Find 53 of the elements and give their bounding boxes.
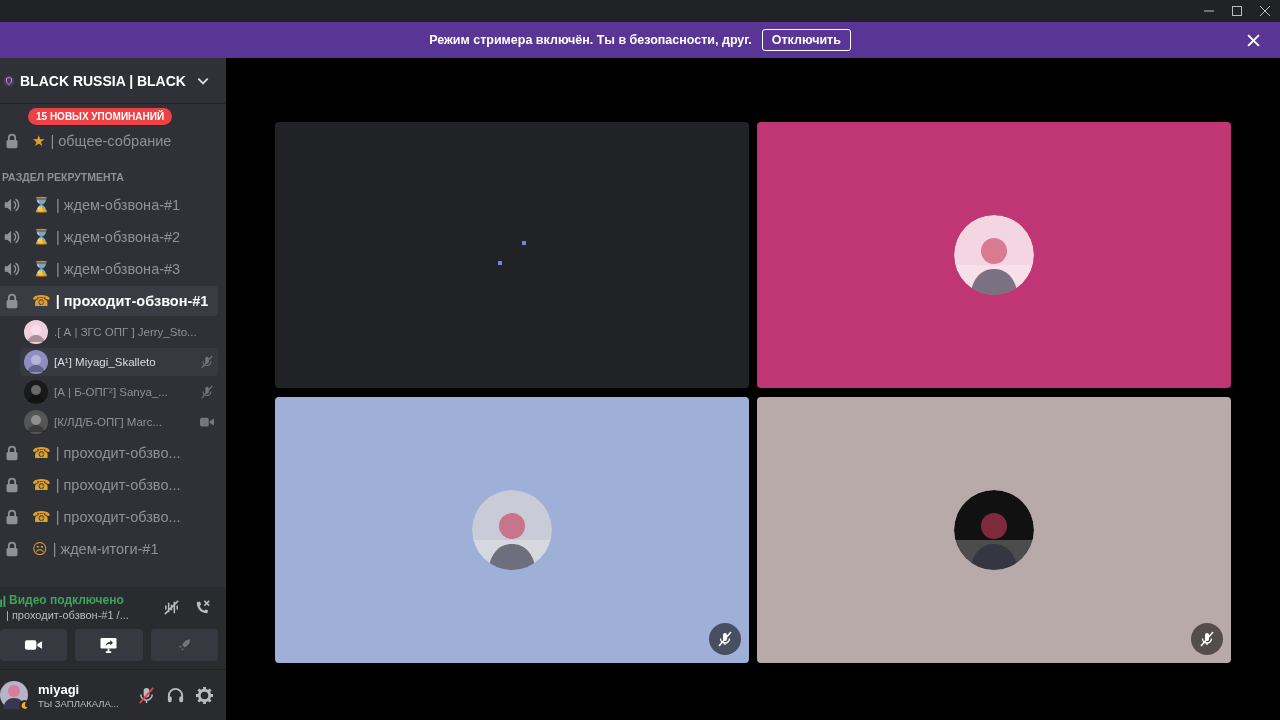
voice-member[interactable]: .[ А | ЗГС ОПГ ] Jerry_Sto... bbox=[20, 318, 218, 346]
channel-emoji: ☎ bbox=[32, 476, 51, 494]
speaker-icon bbox=[3, 196, 21, 214]
channel-emoji: ☹ bbox=[32, 540, 48, 558]
channel-item[interactable]: ☎ | проходит-обзвон-#1 bbox=[0, 286, 218, 316]
custom-status: ТЫ ЗАПЛАКАЛА... bbox=[38, 697, 120, 709]
screen-share-button[interactable] bbox=[75, 629, 143, 661]
server-name: BLACK RUSSIA | BLACK bbox=[20, 72, 187, 89]
channel-emoji: ☎ bbox=[32, 292, 51, 310]
mentions-badge[interactable]: 15 НОВЫХ УПОМИНАНИЙ bbox=[28, 108, 173, 125]
muted-mic-icon bbox=[200, 355, 214, 369]
category-header[interactable]: РАЗДЕЛ РЕКРУТМЕНТА bbox=[0, 157, 226, 189]
channel-emoji: ⌛ bbox=[32, 228, 51, 246]
headphones-icon[interactable] bbox=[166, 685, 185, 705]
channel-item[interactable]: ⌛ | ждем-обзвона-#1 bbox=[0, 190, 218, 220]
signal-icon bbox=[0, 593, 6, 607]
camera-icon bbox=[24, 637, 44, 653]
muted-mic-icon bbox=[200, 385, 214, 399]
channel-emoji: ⌛ bbox=[32, 196, 51, 214]
server-header[interactable]: BLACK RUSSIA | BLACK bbox=[0, 58, 226, 104]
connection-status: Видео подключено bbox=[9, 593, 124, 607]
channel-item[interactable]: ☎ | проходит-обзво... bbox=[0, 438, 218, 468]
noise-suppression-icon[interactable] bbox=[162, 597, 181, 617]
speaker-icon bbox=[3, 260, 21, 278]
channel-emoji: ☎ bbox=[32, 508, 51, 526]
channel-emoji: ★ bbox=[32, 132, 46, 150]
channel-item[interactable]: ☹ | ждем-итоги-#1 bbox=[0, 534, 218, 564]
muted-mic-icon bbox=[717, 631, 733, 647]
banner-text: Режим стримера включён. Ты в безопасности, друг. bbox=[429, 33, 752, 47]
channel-emoji: ☎ bbox=[32, 444, 51, 462]
channel-emoji: ⌛ bbox=[32, 260, 51, 278]
username: miyagi bbox=[38, 681, 81, 697]
settings-icon[interactable] bbox=[195, 685, 214, 705]
voice-member[interactable]: [А | Б-ОПГ²] Sanya_... bbox=[20, 378, 218, 406]
screen-share-icon bbox=[99, 637, 119, 653]
close-icon[interactable] bbox=[1259, 5, 1271, 17]
channel-item[interactable]: ☎ | проходит-обзво... bbox=[0, 470, 218, 500]
channel-item[interactable]: ★ | общее-собрание bbox=[0, 126, 218, 156]
shield-icon bbox=[3, 74, 15, 87]
voice-member[interactable]: [К/ЛД/Б-ОПГ] Marc... bbox=[20, 408, 218, 436]
disable-button[interactable]: Отключить bbox=[761, 29, 851, 51]
channel-item[interactable]: ⌛ | ждем-обзвона-#3 bbox=[0, 254, 218, 284]
voice-channel-link[interactable]: | проходит-обзвон-#1 /... bbox=[0, 609, 150, 621]
muted-mic-icon bbox=[1199, 631, 1215, 647]
voice-member[interactable]: [А¹] Miyagi_Skalleto bbox=[20, 348, 218, 376]
moon-icon bbox=[19, 700, 30, 711]
maximize-icon[interactable] bbox=[1231, 5, 1243, 17]
camera-icon bbox=[200, 415, 214, 429]
camera-button[interactable] bbox=[0, 629, 68, 661]
channel-item[interactable]: ☎ | проходит-обзво... bbox=[0, 502, 218, 532]
channel-item[interactable]: ⌛ | ждем-обзвона-#2 bbox=[0, 222, 218, 252]
muted-mic-icon[interactable] bbox=[137, 685, 156, 705]
speaker-icon bbox=[3, 228, 21, 246]
